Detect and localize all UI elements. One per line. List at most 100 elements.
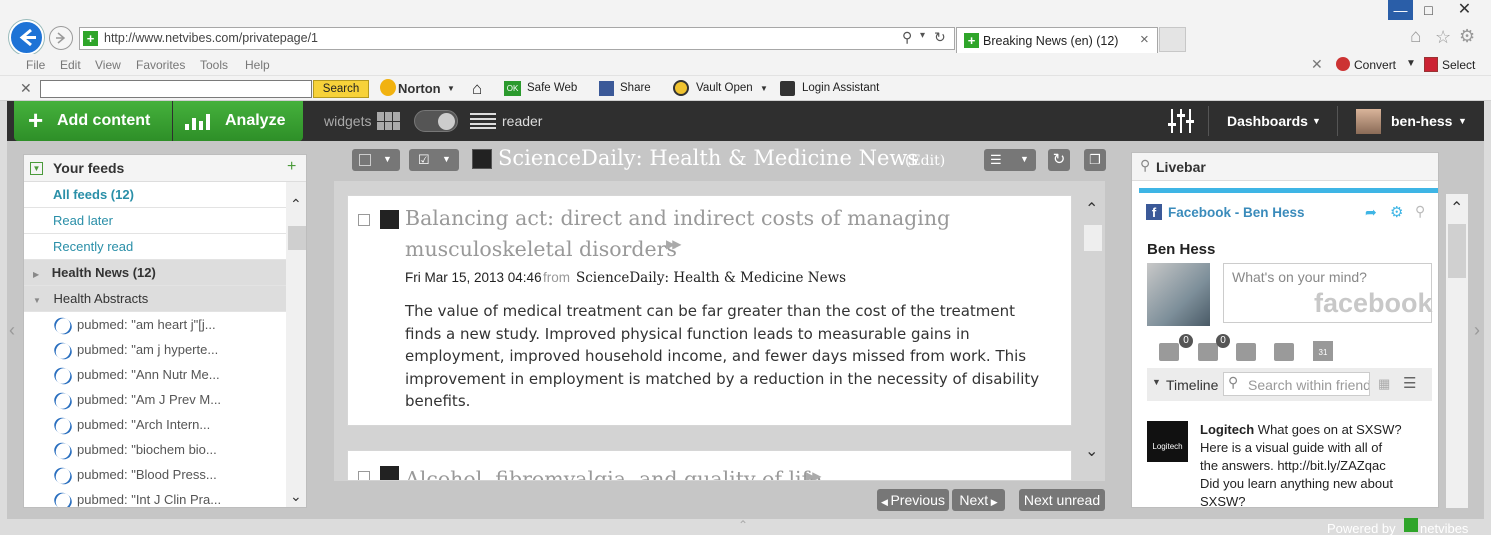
post-author[interactable]: Logitech	[1200, 422, 1254, 437]
scroll-up-icon[interactable]: ⌃	[290, 196, 302, 213]
add-feed-icon[interactable]: +	[287, 158, 296, 176]
people-icon[interactable]	[1274, 343, 1294, 366]
convert-dropdown-icon[interactable]: ▼	[1406, 58, 1416, 69]
next-unread-button[interactable]: Next unread	[1019, 489, 1105, 511]
menu-file[interactable]: File	[26, 58, 45, 72]
pubmed-feed[interactable]: pubmed: "biochem bio...	[51, 437, 284, 462]
login-assistant-button[interactable]: Login Assistant	[802, 82, 879, 94]
feed-all[interactable]: All feeds (12)	[24, 182, 286, 208]
home-icon[interactable]: ⌂	[1410, 26, 1421, 48]
next-panel-arrow-icon[interactable]: ›	[1474, 320, 1480, 341]
reader-lines-icon[interactable]	[470, 113, 496, 129]
widget-pin-icon[interactable]: ⚲	[1415, 203, 1425, 220]
menu-edit[interactable]: Edit	[60, 58, 81, 72]
friend-request-icon[interactable]	[1236, 343, 1256, 366]
refresh-feed-button[interactable]: ↻	[1048, 149, 1070, 171]
article-title-line2[interactable]: musculoskeletal disorders	[405, 234, 677, 265]
article-title-line1[interactable]: Alcohol, fibromyalgia, and quality of li…	[405, 464, 821, 480]
pin-icon[interactable]: ⚲	[1140, 157, 1150, 174]
browser-tab-active[interactable]: + Breaking News (en) (12) ×	[956, 27, 1158, 53]
menu-tools[interactable]: Tools	[200, 58, 228, 72]
grid-view-icon[interactable]: ▦	[1378, 376, 1390, 392]
settings-gear-icon[interactable]: ⚙	[1459, 26, 1475, 47]
notification-icon[interactable]	[1198, 343, 1218, 366]
search-icon[interactable]: ⚲	[902, 29, 912, 46]
pubmed-feed[interactable]: pubmed: "am heart j"[j...	[51, 312, 284, 337]
vault-dropdown-icon[interactable]: ▼	[760, 84, 768, 93]
back-button[interactable]	[9, 20, 44, 55]
feed-read-later[interactable]: Read later	[24, 208, 286, 234]
view-toggle[interactable]	[414, 110, 458, 132]
dashboards-chevron-icon[interactable]: ▼	[1312, 116, 1321, 126]
menu-view[interactable]: View	[95, 58, 121, 72]
sliders-icon[interactable]	[1168, 109, 1194, 133]
favorites-star-icon[interactable]: ☆	[1435, 27, 1451, 48]
user-menu-button[interactable]: ben-hess	[1391, 113, 1452, 129]
scroll-thumb[interactable]	[288, 226, 306, 250]
scroll-up-icon[interactable]: ⌃	[1450, 198, 1463, 218]
scroll-thumb[interactable]	[1084, 225, 1102, 251]
mark-read-dropdown[interactable]: ☑ ▼	[409, 149, 459, 171]
share-button[interactable]: Share	[620, 82, 651, 94]
scroll-up-icon[interactable]: ⌃	[1085, 199, 1098, 219]
prev-panel-arrow-icon[interactable]: ‹	[9, 320, 15, 341]
friends-search-input[interactable]: ⚲ Search within friends	[1223, 372, 1370, 396]
list-view-icon[interactable]: ☰	[1403, 374, 1416, 392]
status-input[interactable]: What's on your mind? facebook	[1223, 263, 1433, 323]
vault-open-button[interactable]: Vault Open	[696, 82, 753, 94]
timeline-label[interactable]: Timeline	[1166, 377, 1218, 393]
menu-favorites[interactable]: Favorites	[136, 58, 185, 72]
address-bar[interactable]: + http://www.netvibes.com/privatepage/1 …	[79, 27, 955, 50]
norton-dropdown-icon[interactable]: ▼	[447, 84, 455, 93]
user-avatar[interactable]	[1356, 109, 1381, 134]
user-chevron-icon[interactable]: ▼	[1458, 116, 1467, 126]
message-icon[interactable]	[1159, 343, 1179, 366]
tab-close-icon[interactable]: ×	[1140, 31, 1149, 48]
dropdown-chevron-icon[interactable]: ▾	[920, 30, 925, 41]
open-arrows-icon[interactable]: ▶▶	[666, 237, 682, 251]
share-arrow-icon[interactable]: ➦	[1365, 204, 1377, 221]
widget-settings-icon[interactable]: ⚙	[1390, 203, 1403, 221]
reader-scrollbar[interactable]: ⌃ ⌄	[1080, 195, 1105, 475]
timeline-chevron-icon[interactable]: ▼	[1152, 377, 1161, 387]
new-tab-button[interactable]	[1159, 27, 1186, 52]
view-mode-dropdown[interactable]: ☰ ▼	[984, 149, 1036, 171]
collapse-icon[interactable]: ▼	[30, 162, 43, 175]
widgets-grid-icon[interactable]	[377, 112, 402, 130]
group-health-abstracts[interactable]: ▼ Health Abstracts	[24, 286, 286, 312]
expand-window-button[interactable]: ❐	[1084, 149, 1106, 171]
calendar-icon[interactable]: 31	[1313, 341, 1333, 361]
previous-button[interactable]: ◀ Previous	[877, 489, 949, 511]
add-content-button[interactable]: + Add content	[14, 101, 172, 141]
scroll-down-icon[interactable]: ⌄	[290, 488, 302, 505]
toolbar-search-button[interactable]: Search	[313, 80, 369, 98]
pubmed-feed[interactable]: pubmed: "am j hyperte...	[51, 337, 284, 362]
forward-button[interactable]	[49, 26, 73, 50]
minimize-button[interactable]: —	[1388, 0, 1413, 20]
reader-label[interactable]: reader	[502, 113, 542, 129]
select-button[interactable]: Select	[1442, 58, 1475, 72]
collapse-footer-icon[interactable]: ⌃	[738, 518, 748, 532]
analyze-button[interactable]: Analyze	[173, 101, 303, 141]
next-button[interactable]: Next ▶	[952, 489, 1005, 511]
pubmed-feed[interactable]: pubmed: "Arch Intern...	[51, 412, 284, 437]
close-toolbar-icon[interactable]: ✕	[1311, 56, 1323, 73]
pubmed-feed[interactable]: pubmed: "Am J Prev M...	[51, 387, 284, 412]
convert-button[interactable]: Convert	[1354, 58, 1396, 72]
menu-help[interactable]: Help	[245, 58, 270, 72]
pubmed-feed[interactable]: pubmed: "Int J Clin Pra...	[51, 487, 284, 507]
norton-button[interactable]: Norton	[398, 81, 441, 96]
feed-edit-link[interactable]: (Edit)	[905, 153, 945, 169]
livebar-scrollbar[interactable]: ⌃	[1446, 194, 1468, 508]
facebook-widget-title[interactable]: Facebook - Ben Hess	[1168, 205, 1305, 220]
home-toolbar-icon[interactable]: ⌂	[472, 79, 482, 99]
pubmed-feed[interactable]: pubmed: "Ann Nutr Me...	[51, 362, 284, 387]
safe-web-button[interactable]: Safe Web	[527, 82, 577, 94]
close-norton-icon[interactable]: ✕	[20, 80, 32, 97]
dashboards-button[interactable]: Dashboards	[1227, 113, 1308, 129]
pubmed-feed[interactable]: pubmed: "Blood Press...	[51, 462, 284, 487]
article-title-line1[interactable]: Balancing act: direct and indirect costs…	[405, 203, 950, 234]
select-checkbox-dropdown[interactable]: ▼	[352, 149, 400, 171]
close-window-button[interactable]: ✕	[1452, 0, 1477, 20]
article-source[interactable]: ScienceDaily: Health & Medicine News	[576, 270, 846, 286]
